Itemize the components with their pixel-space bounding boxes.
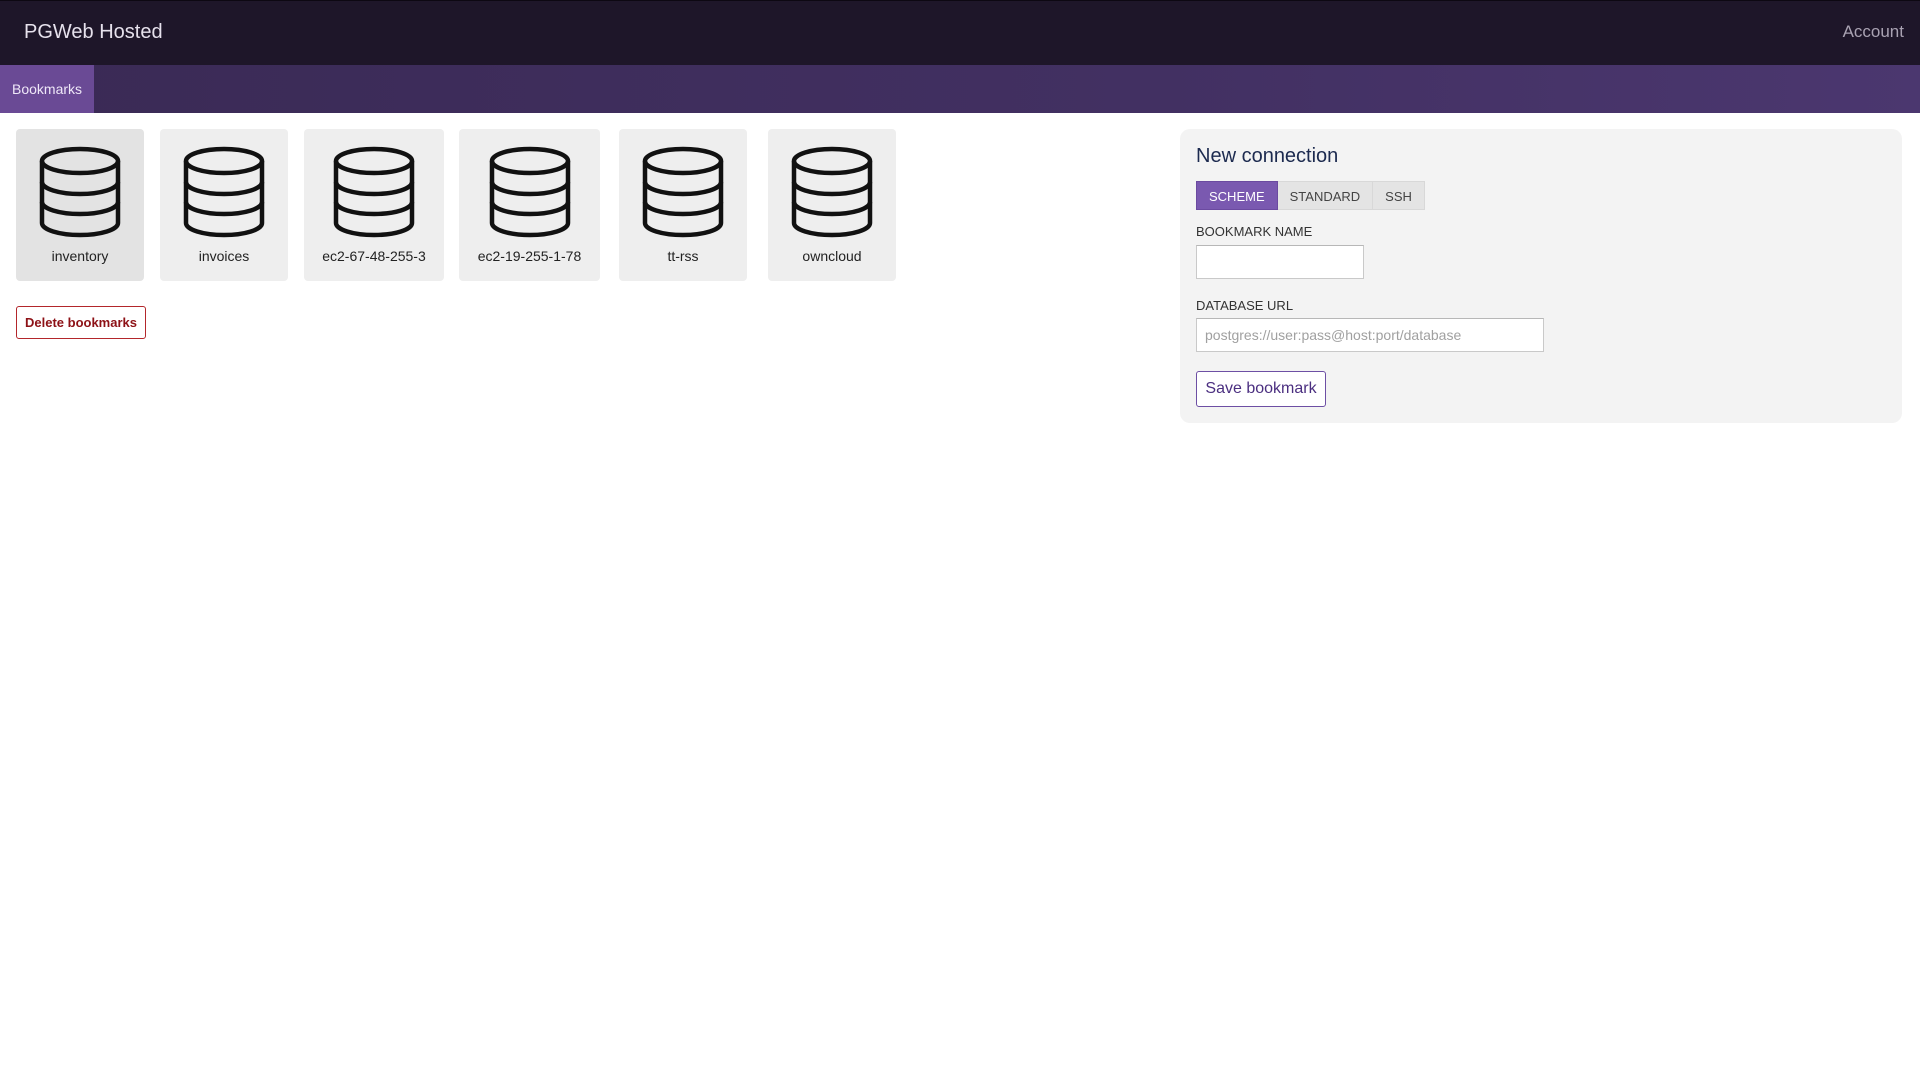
connection-type-tabs: SCHEME STANDARD SSH	[1196, 181, 1425, 210]
nav-bar: Bookmarks	[0, 65, 1920, 113]
database-icon	[489, 146, 570, 238]
delete-bookmarks-button[interactable]: Delete bookmarks	[16, 306, 146, 339]
bookmark-item-tt-rss[interactable]: tt-rss	[619, 129, 747, 281]
tab-standard[interactable]: STANDARD	[1277, 181, 1374, 210]
bookmark-item-inventory[interactable]: inventory	[16, 129, 144, 281]
database-url-input[interactable]	[1196, 318, 1544, 352]
bookmark-name-label: BOOKMARK NAME	[1196, 224, 1313, 239]
tab-ssh[interactable]: SSH	[1373, 181, 1425, 210]
bookmark-label: ec2-67-48-255-3	[322, 248, 426, 264]
panel-title: New connection	[1196, 145, 1339, 167]
new-connection-panel: New connection SCHEME STANDARD SSH BOOKM…	[1180, 129, 1902, 423]
save-bookmark-button[interactable]: Save bookmark	[1196, 371, 1326, 407]
bookmark-item-ec2-67-48-255-3[interactable]: ec2-67-48-255-3	[304, 129, 444, 281]
bookmark-label: ec2-19-255-1-78	[477, 248, 582, 264]
app-title: PGWeb Hosted	[24, 21, 163, 43]
bookmark-item-owncloud[interactable]: owncloud	[768, 129, 896, 281]
account-link[interactable]: Account	[1843, 22, 1904, 42]
database-icon	[791, 146, 873, 238]
database-icon	[39, 146, 121, 238]
database-icon	[642, 146, 724, 238]
bookmark-item-ec2-19-255-1-78[interactable]: ec2-19-255-1-78	[459, 129, 600, 281]
database-icon	[333, 146, 415, 238]
database-icon	[183, 146, 265, 238]
bookmark-label: inventory	[51, 248, 109, 264]
top-bar: PGWeb Hosted Account	[0, 0, 1920, 65]
tab-bookmarks[interactable]: Bookmarks	[0, 65, 95, 113]
bookmark-label: owncloud	[802, 248, 862, 264]
bookmark-label: invoices	[198, 248, 250, 264]
bookmark-name-input[interactable]	[1196, 245, 1364, 279]
bookmark-label: tt-rss	[667, 248, 699, 264]
tab-scheme[interactable]: SCHEME	[1196, 181, 1278, 210]
database-url-label: DATABASE URL	[1196, 298, 1294, 313]
bookmark-item-invoices[interactable]: invoices	[160, 129, 288, 281]
